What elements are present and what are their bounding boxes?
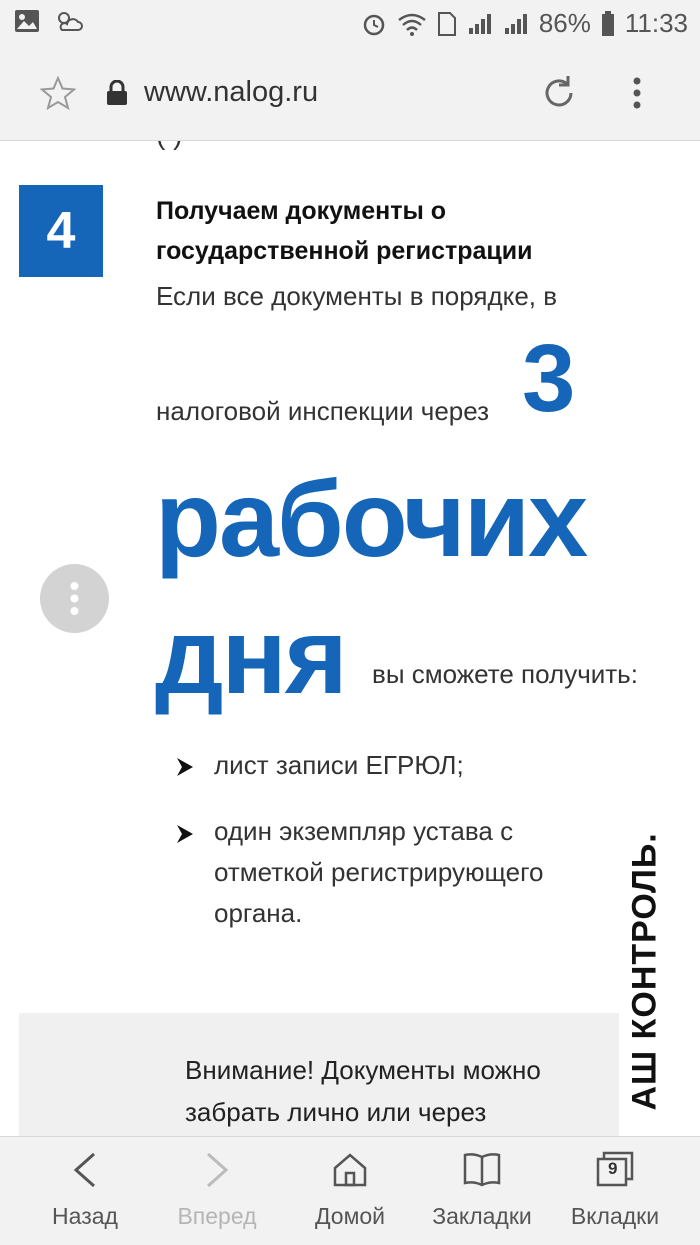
bookmarks-book-icon (463, 1153, 501, 1187)
body-text-line2: налоговой инспекции через (156, 396, 490, 426)
url-text[interactable]: www.nalog.ru (144, 76, 318, 109)
tabs-count: 9 (608, 1159, 618, 1178)
status-left (14, 8, 84, 34)
status-bar: 86% 11:33 (0, 0, 700, 48)
lock-icon (107, 80, 127, 105)
step-title: Получаем документы о государственной рег… (156, 197, 533, 265)
forward-arrow-icon (207, 1152, 229, 1188)
battery-icon (601, 10, 614, 36)
web-content: ( ) 4 Получаем документы о государственн… (0, 141, 700, 1136)
big-number: 3 (522, 325, 576, 432)
notice-box: Внимание! Документы можно забрать лично … (19, 1013, 619, 1136)
tabs-label: Вкладки (570, 1203, 660, 1229)
status-right: 86% 11:33 (361, 8, 688, 39)
menu-kebab-icon[interactable] (630, 74, 644, 112)
list-item: лист записи ЕГРЮЛ; (214, 750, 464, 780)
forward-label: Вперед (177, 1203, 257, 1229)
bottom-navigation: Назад Вперед Домой Закладки Вкладки 9 (0, 1136, 700, 1245)
watermark: АШ КОНТРОЛЬ. (615, 831, 675, 1131)
clock: 11:33 (624, 8, 688, 38)
tabs-button[interactable]: Вкладки 9 (550, 1137, 680, 1245)
bookmarks-label: Закладки (432, 1203, 532, 1229)
home-button[interactable]: Домой (285, 1137, 415, 1245)
weather-icon (58, 12, 83, 31)
bullet-arrow-icon (177, 825, 193, 843)
bullet-arrow-icon (177, 758, 193, 776)
body-text-line1: Если все документы в порядке, в (156, 281, 558, 311)
signal-icon (504, 13, 527, 34)
big-word-days: дня (155, 595, 348, 716)
battery-percent: 86% (538, 8, 591, 38)
image-icon (15, 10, 39, 32)
floating-menu-button[interactable] (40, 564, 109, 633)
reload-icon[interactable] (540, 74, 578, 112)
back-arrow-icon (73, 1152, 95, 1188)
watermark-text: АШ КОНТРОЛЬ. (625, 832, 664, 1111)
bookmark-star-icon[interactable] (40, 76, 76, 110)
wifi-icon (398, 13, 426, 36)
home-icon (333, 1153, 367, 1187)
back-label: Назад (52, 1203, 118, 1229)
forward-button[interactable]: Вперед (152, 1137, 282, 1245)
list-item: один экземпляр устава с отметкой регистр… (214, 816, 544, 928)
signal-icon (468, 13, 491, 34)
home-label: Домой (314, 1203, 386, 1229)
sim-icon (437, 11, 456, 36)
address-bar: www.nalog.ru (0, 48, 700, 141)
vertical-dots-icon (70, 582, 79, 615)
big-word-working: рабочих (155, 458, 588, 579)
alarm-icon (363, 14, 385, 35)
back-button[interactable]: Назад (20, 1137, 150, 1245)
bookmarks-button[interactable]: Закладки (417, 1137, 547, 1245)
notice-text: Внимание! Документы можно забрать лично … (185, 1055, 541, 1127)
step-number-badge: 4 (19, 185, 103, 277)
clipped-text: ( ) (156, 141, 182, 151)
body-text-line3: вы сможете получить: (372, 659, 638, 689)
